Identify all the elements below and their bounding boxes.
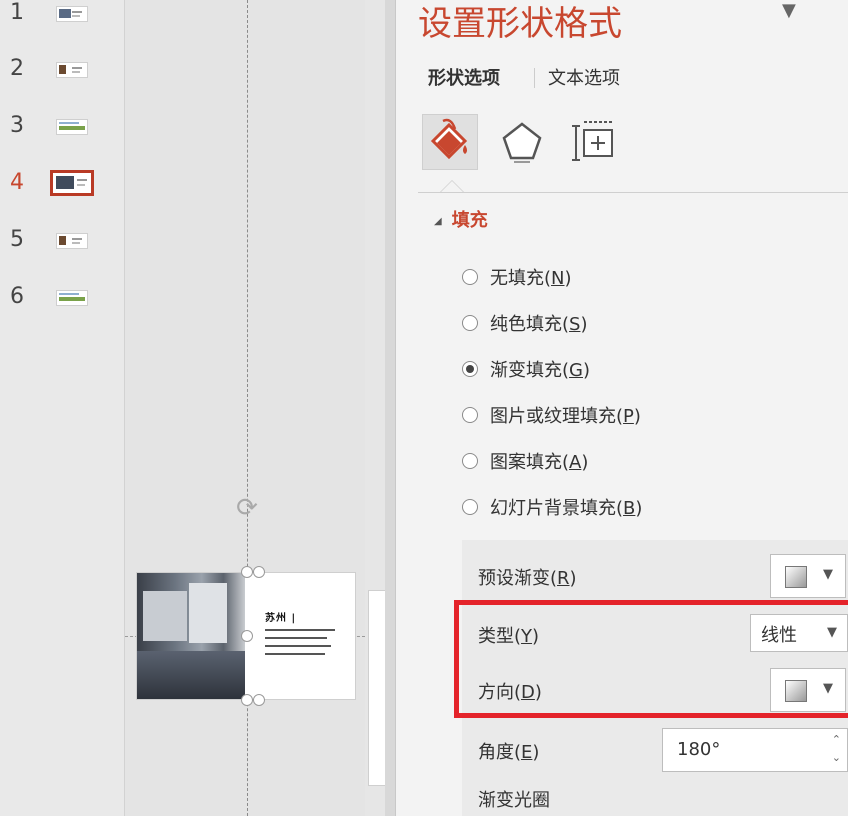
slide-body-text — [265, 653, 325, 655]
slide-number: 3 — [10, 113, 24, 138]
radio-gradient-fill[interactable]: 渐变填充(G) — [462, 356, 590, 382]
slide-body-text — [265, 645, 331, 647]
angle-label: 角度(E) — [478, 742, 540, 763]
collapse-triangle-icon: ◢ — [434, 215, 442, 227]
option-label: 图片或纹理填充 — [490, 406, 616, 427]
preset-gradient-button[interactable]: ▼ — [770, 554, 846, 598]
gradient-stops-label: 渐变光圈 — [478, 790, 550, 811]
option-key: (G) — [562, 360, 591, 381]
rotate-handle-icon[interactable]: ⟳ — [233, 494, 261, 522]
angle-input[interactable]: 180° ⌃ ⌄ — [662, 728, 848, 772]
slide-thumbnail-pane: 1 2 3 4 5 6 — [0, 0, 125, 816]
radio-slide-background-fill[interactable]: 幻灯片背景填充(B) — [462, 494, 642, 520]
fill-bucket-icon — [430, 118, 468, 160]
gradient-swatch-icon — [785, 566, 807, 588]
slide-thumbnail-2[interactable]: 2 — [0, 56, 124, 96]
resize-handle[interactable] — [241, 566, 253, 578]
radio-button[interactable] — [462, 499, 478, 515]
option-key: (S) — [562, 314, 588, 335]
red-highlight-box — [454, 600, 848, 718]
slide-number: 2 — [10, 56, 24, 81]
option-key: (B) — [616, 498, 643, 519]
slide-thumbnail-3[interactable]: 3 — [0, 113, 124, 153]
resize-handle[interactable] — [253, 566, 265, 578]
slide-number: 5 — [10, 227, 24, 252]
spinner-arrows-icon[interactable]: ⌃ ⌄ — [832, 731, 841, 767]
slide-number: 1 — [10, 0, 24, 25]
option-key: (N) — [544, 268, 572, 289]
slide-thumbnail-1[interactable]: 1 — [0, 0, 124, 40]
tab-text-options[interactable]: 文本选项 — [548, 64, 620, 90]
radio-picture-texture-fill[interactable]: 图片或纹理填充(P) — [462, 402, 641, 428]
tab-shape-options[interactable]: 形状选项 — [428, 64, 500, 90]
resize-handle[interactable] — [241, 694, 253, 706]
option-key: (A) — [562, 452, 589, 473]
slide-canvas[interactable]: ⟳ 苏州 | — [125, 0, 390, 816]
slide-thumbnail-image — [56, 62, 88, 78]
resize-handle[interactable] — [253, 694, 265, 706]
pane-divider-line — [418, 192, 848, 193]
preset-gradient-label: 预设渐变(R) — [478, 568, 577, 589]
radio-no-fill[interactable]: 无填充(N) — [462, 264, 572, 290]
size-properties-category-button[interactable] — [566, 114, 622, 170]
option-label: 幻灯片背景填充 — [490, 498, 616, 519]
radio-button[interactable] — [462, 453, 478, 469]
slide-thumbnail-6[interactable]: 6 — [0, 284, 124, 324]
fill-section-title: 填充 — [451, 210, 488, 231]
option-label: 渐变填充 — [490, 360, 562, 381]
option-key: (P) — [616, 406, 641, 427]
slide-thumbnail-4[interactable]: 4 — [0, 170, 124, 210]
option-label: 无填充 — [490, 268, 544, 289]
slide-thumbnail-image — [56, 6, 88, 22]
dropdown-arrow-icon: ▼ — [823, 567, 833, 582]
radio-button[interactable] — [462, 269, 478, 285]
pane-options-dropdown-icon[interactable]: ▼ — [782, 0, 796, 21]
pentagon-effects-icon — [502, 122, 542, 163]
radio-button[interactable] — [462, 361, 478, 377]
effects-category-button[interactable] — [494, 114, 550, 170]
pane-title: 设置形状格式 — [418, 4, 622, 44]
slide-thumbnail-5[interactable]: 5 — [0, 227, 124, 267]
selected-category-caret-icon — [440, 180, 464, 192]
slide-title-text: 苏州 | — [265, 613, 297, 624]
pane-divider[interactable] — [385, 0, 396, 816]
radio-solid-fill[interactable]: 纯色填充(S) — [462, 310, 588, 336]
slide-photo[interactable] — [137, 573, 245, 699]
fill-line-category-button[interactable] — [422, 114, 478, 170]
slide-thumbnail-image — [56, 290, 88, 306]
fill-section-header[interactable]: ◢ 填充 — [434, 206, 488, 232]
slide-thumbnail-image — [56, 233, 88, 249]
radio-pattern-fill[interactable]: 图案填充(A) — [462, 448, 588, 474]
size-properties-icon — [572, 121, 613, 161]
slide-body-text — [265, 629, 335, 631]
slide-thumbnail-image — [50, 170, 94, 196]
option-label: 图案填充 — [490, 452, 562, 473]
option-label: 纯色填充 — [490, 314, 562, 335]
resize-handle[interactable] — [241, 630, 253, 642]
slide-body-text — [265, 637, 327, 639]
slide-thumbnail-image — [56, 119, 88, 135]
slide-number: 4 — [10, 170, 24, 195]
angle-value: 180° — [677, 739, 721, 760]
radio-button[interactable] — [462, 407, 478, 423]
slide-number: 6 — [10, 284, 24, 309]
radio-button[interactable] — [462, 315, 478, 331]
tab-separator — [534, 68, 535, 88]
